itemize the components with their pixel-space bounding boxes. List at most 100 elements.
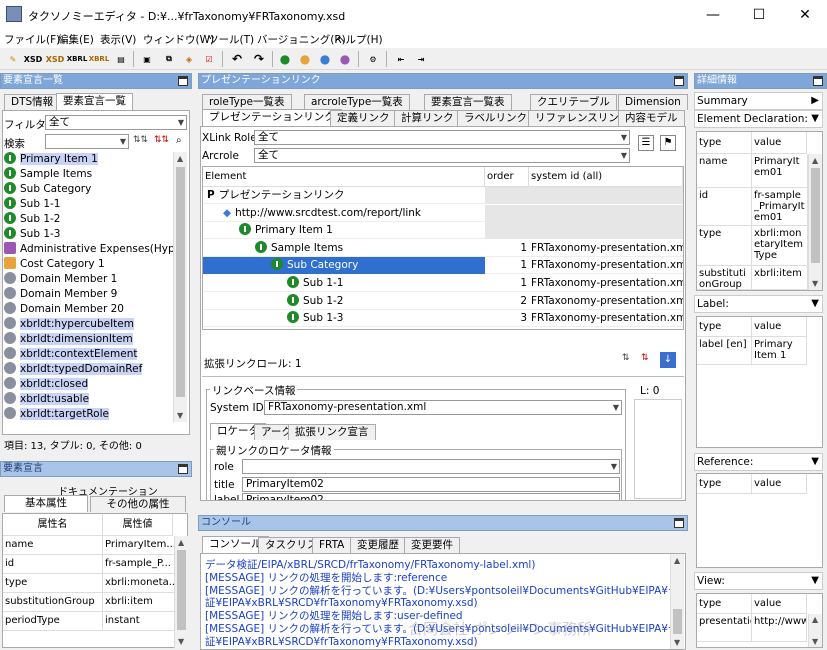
filter-select[interactable]: 全て ▼ (45, 115, 187, 130)
tab-change-history[interactable]: 変更履歴 (350, 537, 406, 553)
tab-frta[interactable]: FRTA (312, 537, 352, 553)
tab-element-table[interactable]: 要素宣言一覧表 (424, 94, 512, 110)
add-role-icon[interactable]: ● (296, 50, 314, 68)
list-item[interactable]: Domain Member 9 (4, 287, 117, 302)
list-item[interactable]: Sub Category (4, 182, 91, 197)
validate-icon[interactable]: ◈ (180, 50, 198, 68)
list-item[interactable]: xbrldt:closed (4, 377, 89, 392)
xlink-role-select[interactable]: 全て ▼ (254, 130, 630, 145)
list-item[interactable]: xbrldt:typedDomainRef (4, 362, 143, 377)
xsd-alt-icon[interactable]: XSD (46, 50, 65, 68)
reference-header[interactable]: Reference: ▼ (694, 453, 823, 471)
view-scrollbar[interactable]: ▲ ▼ (808, 614, 822, 647)
tree-row[interactable]: Sub Category 1 FRTaxonomy-presentation.xml (203, 257, 683, 275)
list-item[interactable]: Sub 1-2 (4, 212, 60, 227)
tab-dts-info[interactable]: DTS情報 (4, 94, 61, 110)
list-item[interactable]: xbrldt:dimensionItem (4, 332, 133, 347)
maximize-button[interactable]: ☐ (736, 0, 782, 30)
summary-header[interactable]: Summary ▶ (694, 92, 823, 110)
element-list-scrollbar[interactable]: ▲ ▼ (173, 152, 187, 422)
list-item[interactable]: Sample Items (4, 167, 92, 182)
tab-dimension[interactable]: Dimension (618, 94, 688, 110)
list-item[interactable]: Cost Category 1 (4, 257, 105, 272)
menu-view[interactable]: 表示(V) (100, 32, 136, 47)
minimize-button[interactable]: — (690, 0, 736, 30)
list-item[interactable]: Domain Member 20 (4, 302, 124, 317)
menu-edit[interactable]: 編集(E) (58, 32, 94, 47)
element-decl-scrollbar[interactable]: ▲ ▼ (808, 154, 822, 290)
undo-icon[interactable]: ↶ (228, 50, 246, 68)
role-select[interactable]: ▼ (242, 459, 620, 474)
close-button[interactable]: ✕ (782, 0, 827, 30)
menu-versioning[interactable]: バージョニング(R) (257, 32, 346, 47)
attr-value[interactable]: xbrli:item (103, 593, 175, 612)
list-view-icon[interactable]: ☰ (638, 135, 654, 151)
tree-row[interactable]: Sample Items 1 FRTaxonomy-presentation.xml (203, 240, 683, 257)
console-scrollbar[interactable]: ▲ ▼ (670, 554, 684, 649)
view-header[interactable]: View: ▼ (694, 572, 823, 590)
tab-presentation-link[interactable]: プレゼンテーションリンク (202, 109, 342, 126)
export-icon[interactable]: ⇥ (412, 50, 430, 68)
menu-help[interactable]: ヘルプ(H) (335, 32, 383, 47)
tool-icon[interactable]: ⚙ (364, 50, 382, 68)
decl-scrollbar[interactable]: ▲ ▼ (174, 536, 188, 648)
attr-value[interactable]: fr-sample_P... (103, 555, 175, 574)
search-input[interactable]: ▼ (45, 134, 129, 149)
maximize-panel-icon[interactable] (674, 76, 684, 86)
tree-row[interactable]: Sub 1-2 2 FRTaxonomy-presentation.xml (203, 293, 683, 310)
attr-value[interactable]: instant (103, 612, 175, 631)
tab-basic-attrs[interactable]: 基本属性 (4, 495, 88, 512)
list-item[interactable]: Administrative Expenses(Hyper (4, 242, 173, 257)
menu-file[interactable]: ファイル(F) (4, 32, 60, 47)
list-item[interactable]: Primary Item 1 (4, 152, 98, 167)
label-field[interactable]: PrimaryItem02 (242, 493, 620, 500)
maximize-panel-icon[interactable] (674, 518, 684, 528)
label-header[interactable]: Label: ▼ (694, 295, 823, 313)
title-field[interactable]: PrimaryItem02 (242, 477, 620, 492)
tab-arcroletype[interactable]: arcroleType一覧表 (304, 94, 410, 110)
attr-value[interactable]: PrimaryItem... (103, 536, 175, 555)
tree-row[interactable]: Primary Item 1 (203, 222, 683, 240)
save-icon[interactable]: ▣ (138, 50, 156, 68)
binoculars-icon[interactable]: ⌕ (176, 135, 182, 146)
list-item[interactable]: Domain Member 1 (4, 272, 117, 287)
list-item[interactable]: xbrldt:usable (4, 392, 90, 407)
list-item[interactable]: xbrldt:targetRole (4, 407, 109, 422)
open-icon[interactable]: ✎ (4, 50, 22, 68)
arcrole-select[interactable]: 全て ▼ (254, 148, 630, 163)
tree-row[interactable]: ◆ http://www.srcdtest.com/report/link (203, 204, 683, 222)
add-element-icon[interactable]: ● (276, 50, 294, 68)
import-icon[interactable]: ⇤ (392, 50, 410, 68)
tab-other-attrs[interactable]: その他の属性 (90, 496, 186, 512)
list-item[interactable]: Sub 1-1 (4, 197, 60, 212)
sort-desc-icon[interactable]: ⇅⇅ (154, 135, 169, 145)
xsd-icon[interactable]: XSD (24, 50, 43, 68)
tab-label-link[interactable]: ラベルリンク (457, 110, 534, 126)
maximize-panel-icon[interactable] (178, 76, 188, 86)
list-item[interactable]: xbrldt:contextElement (4, 347, 138, 362)
tab-element-list[interactable]: 要素宣言一覧 (56, 93, 133, 110)
tab-content-model[interactable]: 内容モデル (618, 110, 685, 126)
tab-definition-link[interactable]: 定義リンク (330, 110, 397, 126)
attr-value[interactable]: xbrli:moneta... (103, 574, 175, 593)
menu-window[interactable]: ウィンドウ(W) (143, 32, 214, 47)
maximize-panel-icon[interactable] (178, 464, 188, 474)
copy-icon[interactable]: ⧉ (160, 50, 178, 68)
list-item[interactable]: Sub 1-3 (4, 227, 60, 242)
menu-tools[interactable]: ツール(T) (208, 32, 254, 47)
tree-row[interactable]: Sub 1-1 1 FRTaxonomy-presentation.xml (203, 275, 683, 292)
add-link-icon[interactable]: ● (316, 50, 334, 68)
sort-icon[interactable]: ⇅ (622, 353, 630, 363)
tab-roletype[interactable]: roleType一覧表 (202, 94, 292, 110)
tab-change-requirements[interactable]: 変更要件 (404, 537, 460, 553)
redo-icon[interactable]: ↷ (250, 50, 268, 68)
list-icon[interactable]: ▤ (112, 50, 130, 68)
add-arc-icon[interactable]: ● (336, 50, 354, 68)
check-icon[interactable]: ☑ (200, 50, 218, 68)
sort-desc-icon[interactable]: ⇅ (641, 353, 649, 363)
move-down-icon[interactable]: ↓ (660, 352, 676, 368)
tab-query-table[interactable]: クエリテーブル (530, 94, 617, 110)
tab-calculation-link[interactable]: 計算リンク (394, 110, 461, 126)
pin-icon[interactable]: ⚑ (660, 135, 676, 151)
tree-row[interactable]: Sub 1-3 3 FRTaxonomy-presentation.xml (203, 310, 683, 328)
